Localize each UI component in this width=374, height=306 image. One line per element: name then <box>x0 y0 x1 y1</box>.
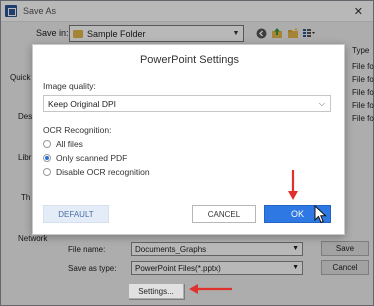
ocr-option-label: Disable OCR recognition <box>56 167 150 177</box>
image-quality-select[interactable]: Keep Original DPI ⌵ <box>43 95 331 112</box>
dialog-title: PowerPoint Settings <box>139 54 240 66</box>
ocr-option-label: Only scanned PDF <box>56 153 128 163</box>
radio-button-selected[interactable] <box>43 154 51 162</box>
ocr-option-label: All files <box>56 139 83 149</box>
default-button[interactable]: DEFAULT <box>43 205 109 223</box>
ocr-option-all-files[interactable]: All files <box>43 139 83 149</box>
image-quality-label: Image quality: <box>43 81 96 91</box>
radio-button[interactable] <box>43 140 51 148</box>
chevron-down-icon: ⌵ <box>318 99 325 108</box>
image-quality-value: Keep Original DPI <box>48 98 117 109</box>
annotation-arrow-left-icon <box>189 284 232 294</box>
cancel-button[interactable]: CANCEL <box>192 205 256 223</box>
ocr-option-disable[interactable]: Disable OCR recognition <box>43 167 150 177</box>
ocr-option-scanned-pdf[interactable]: Only scanned PDF <box>43 153 127 163</box>
powerpoint-settings-dialog: PowerPoint Settings Image quality: Keep … <box>32 44 345 235</box>
cursor-icon <box>314 205 327 224</box>
annotation-arrow-down-icon <box>288 170 298 200</box>
settings-button-highlight[interactable]: Settings... <box>128 283 184 299</box>
ocr-label: OCR Recognition: <box>43 125 112 135</box>
radio-button[interactable] <box>43 168 51 176</box>
